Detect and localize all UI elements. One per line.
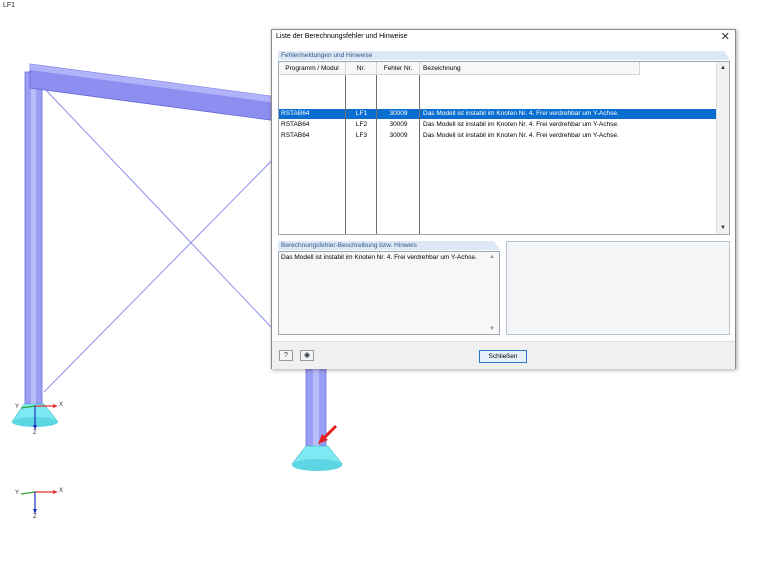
cell-module: RSTAB64 [281, 132, 310, 139]
dialog-footer: ? ◉ Schließen [272, 341, 735, 369]
description-section-header: Berechnungsfehler-Beschreibung bzw. Hinw… [278, 241, 500, 250]
error-list[interactable]: Programm / Modul Nr. Fehler Nr. Bezeichn… [278, 61, 730, 235]
cell-module: RSTAB64 [281, 121, 310, 128]
error-list-dialog: Liste der Berechnungsfehler und Hinweise… [271, 29, 736, 369]
cell-error-no: 30009 [389, 121, 408, 128]
scroll-down-icon[interactable]: ▼ [489, 326, 495, 332]
column-header-nr[interactable]: Nr. [346, 62, 377, 75]
description-text: Das Modell ist instabil im Knoten Nr. 4.… [281, 254, 477, 261]
y-axis-2 [20, 491, 36, 495]
column-header-module[interactable]: Programm / Modul [279, 62, 346, 75]
close-button[interactable]: Schließen [479, 350, 527, 363]
cell-error-no: 30009 [389, 110, 408, 117]
description-box[interactable]: Das Modell ist instabil im Knoten Nr. 4.… [278, 251, 500, 335]
cell-nr: LF3 [355, 132, 368, 139]
scroll-up-icon[interactable]: ▲ [489, 254, 495, 260]
cell-description: Das Modell ist instabil im Knoten Nr. 4.… [423, 132, 619, 139]
view-icon[interactable]: ◉ [300, 350, 314, 361]
cell-nr: LF2 [355, 121, 368, 128]
axis-z-label: Z [33, 430, 37, 436]
cell-description: Das Modell ist instabil im Knoten Nr. 4.… [423, 110, 619, 117]
scroll-down-icon[interactable]: ▼ [719, 224, 727, 232]
preview-panel [506, 241, 730, 335]
scroll-up-icon[interactable]: ▲ [719, 64, 727, 72]
close-icon[interactable]: ✕ [721, 30, 730, 44]
cell-error-no: 30009 [389, 132, 408, 139]
help-icon[interactable]: ? [279, 350, 293, 361]
left-column-web [31, 72, 36, 404]
column-header-description[interactable]: Bezeichnung [420, 62, 640, 75]
bracing-diagonal-2 [43, 139, 293, 393]
axis-x-label-2: X [59, 488, 64, 494]
axis-x-label: X [59, 402, 64, 408]
dialog-titlebar[interactable]: Liste der Berechnungsfehler und Hinweise… [272, 30, 735, 44]
dialog-title: Liste der Berechnungsfehler und Hinweise [276, 33, 408, 40]
column-header-error-no[interactable]: Fehler Nr. [377, 62, 420, 75]
cell-nr: LF1 [355, 110, 368, 117]
cell-description: Das Modell ist instabil im Knoten Nr. 4.… [423, 121, 619, 128]
description-scrollbar[interactable]: ▲ ▼ [488, 253, 498, 333]
list-scrollbar[interactable]: ▲ ▼ [716, 62, 729, 234]
axis-z-label-2: Z [33, 514, 37, 520]
axis-y-label-2: Y [15, 490, 20, 496]
messages-section-header: Fehlermeldungen und Hinweise [278, 51, 730, 60]
cell-module: RSTAB64 [281, 110, 310, 117]
right-support-base [292, 459, 342, 471]
right-column-web [313, 364, 319, 446]
axis-y-label: Y [15, 404, 20, 410]
